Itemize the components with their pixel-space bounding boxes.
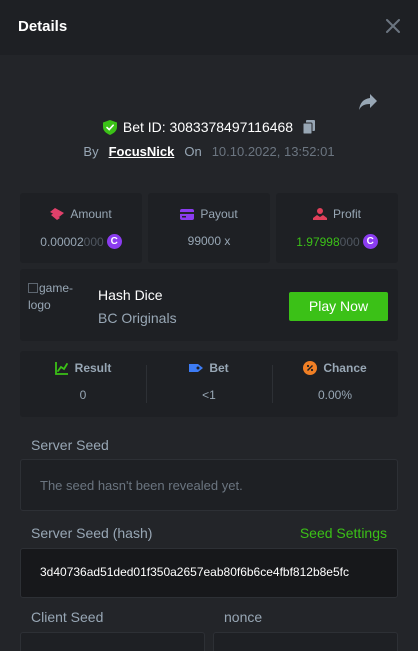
game-card: game-logo Hash Dice BC Originals Play No… <box>20 269 398 341</box>
stat-profit: Profit 1.97998000 C <box>276 193 398 263</box>
client-seed-field[interactable] <box>20 632 205 651</box>
on-label: On <box>184 144 202 159</box>
server-seed-label: Server Seed <box>31 437 109 453</box>
verified-shield-icon <box>102 119 117 135</box>
chance-percent-icon <box>303 361 318 375</box>
stat-amount: Amount 0.00002000 C <box>20 193 142 263</box>
stat-payout: Payout 99000 x <box>148 193 270 263</box>
share-icon[interactable] <box>358 93 378 111</box>
bet-value: <1 <box>202 388 216 402</box>
result-icon <box>54 362 68 375</box>
profit-value-main: 1.97998 <box>296 234 340 249</box>
result-label: Result <box>74 361 112 375</box>
server-seed-message: The seed hasn't been revealed yet. <box>40 478 243 493</box>
profit-icon <box>312 208 327 220</box>
coin-icon: C <box>362 234 378 249</box>
payout-label: Payout <box>200 207 238 221</box>
copy-icon[interactable] <box>303 120 316 134</box>
game-name[interactable]: Hash Dice <box>98 287 163 303</box>
bet-results: Result 0 Bet <1 Chance 0.00% <box>20 351 398 417</box>
bet-author-row: By FocusNick On 10.10.2022, 13:52:01 <box>0 144 418 159</box>
server-seed-hash-label: Server Seed (hash) <box>31 525 153 541</box>
client-seed-label: Client Seed <box>31 609 104 625</box>
close-icon[interactable] <box>386 19 400 33</box>
nonce-field[interactable] <box>213 632 398 651</box>
server-seed-hash-value: 3d40736ad51ded01f350a2657eab80f6b6ce4fbf… <box>40 565 349 579</box>
details-content: Bet ID: 3083378497116468 By FocusNick On… <box>0 55 418 651</box>
game-logo-image: game-logo <box>28 280 88 328</box>
by-label: By <box>83 144 99 159</box>
result-column: Result 0 <box>20 351 146 417</box>
chance-column: Chance 0.00% <box>272 351 398 417</box>
amount-label: Amount <box>70 207 112 221</box>
play-now-button[interactable]: Play Now <box>289 292 388 321</box>
bet-tag-icon <box>189 364 204 372</box>
amount-icon <box>50 208 65 220</box>
details-header: Details <box>0 0 418 55</box>
seed-settings-link[interactable]: Seed Settings <box>300 525 387 541</box>
amount-value: 0.00002000 <box>40 235 103 249</box>
profit-value: 1.97998000 <box>296 235 359 249</box>
details-title: Details <box>18 18 68 35</box>
profit-value-dim: 000 <box>339 234 360 249</box>
bet-id-row: Bet ID: 3083378497116468 <box>0 119 418 135</box>
username-link[interactable]: FocusNick <box>109 144 175 159</box>
chance-label: Chance <box>323 361 367 375</box>
payout-icon <box>180 208 195 220</box>
result-value: 0 <box>79 388 87 402</box>
payout-value: 99000 x <box>187 234 231 248</box>
amount-value-dim: 000 <box>83 234 104 249</box>
server-seed-hash-field[interactable]: 3d40736ad51ded01f350a2657eab80f6b6ce4fbf… <box>20 548 398 598</box>
amount-value-main: 0.00002 <box>40 234 84 249</box>
broken-image-icon <box>28 283 38 293</box>
bet-column: Bet <1 <box>146 351 272 417</box>
bet-id: Bet ID: 3083378497116468 <box>122 119 294 135</box>
game-provider: BC Originals <box>98 310 177 326</box>
nonce-label: nonce <box>224 609 263 625</box>
bet-label: Bet <box>209 361 229 375</box>
chance-value: 0.00% <box>317 388 353 402</box>
server-seed-box: The seed hasn't been revealed yet. <box>20 459 398 511</box>
profit-label: Profit <box>332 207 361 221</box>
bet-date: 10.10.2022, 13:52:01 <box>211 144 335 159</box>
coin-icon: C <box>106 234 122 249</box>
bet-stats: Amount 0.00002000 C Payout 99000 x Profi… <box>20 193 398 263</box>
